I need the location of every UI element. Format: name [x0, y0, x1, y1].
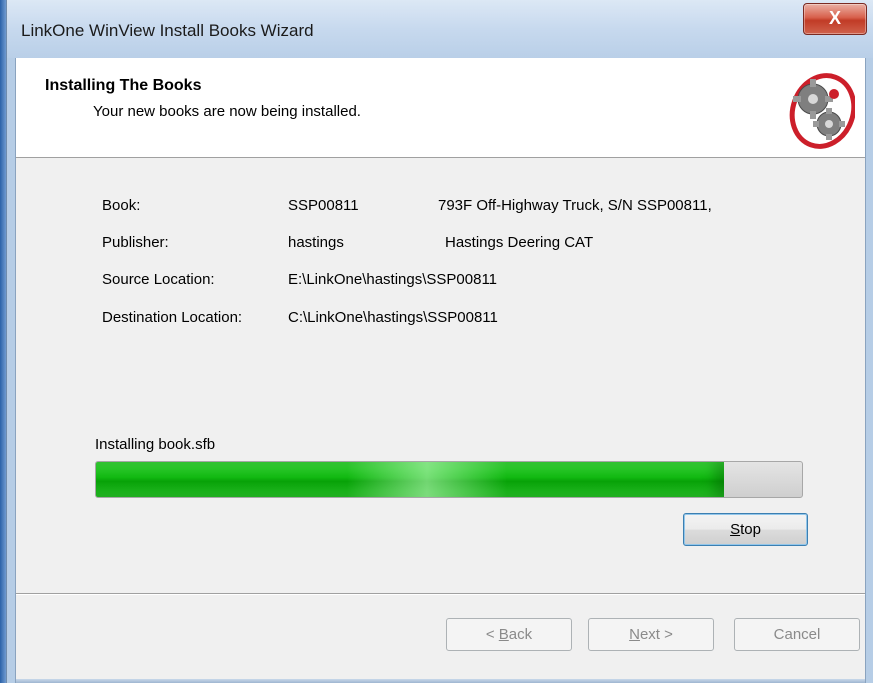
- publisher-label: Publisher:: [102, 234, 169, 251]
- wizard-header: Installing The Books Your new books are …: [16, 58, 865, 158]
- back-label-suffix: ack: [508, 626, 533, 643]
- gears-icon: [789, 73, 855, 149]
- wizard-body: Installing The Books Your new books are …: [15, 58, 866, 683]
- wizard-window: LinkOne WinView Install Books Wizard X I…: [6, 0, 873, 683]
- book-label: Book:: [102, 197, 141, 214]
- source-label: Source Location:: [102, 271, 215, 288]
- next-label-suffix: ext >: [639, 626, 673, 643]
- footer-separator: [16, 593, 865, 595]
- back-accelerator: B: [498, 626, 509, 643]
- publisher-name: Hastings Deering CAT: [445, 234, 594, 251]
- window-title: LinkOne WinView Install Books Wizard: [21, 21, 314, 40]
- back-label-prefix: <: [485, 626, 499, 643]
- page-title: Installing The Books: [45, 77, 202, 94]
- close-icon: X: [828, 8, 841, 28]
- progress-fill: [96, 462, 725, 497]
- progress-glow: [347, 462, 508, 497]
- close-button[interactable]: X: [803, 3, 867, 35]
- book-description: 793F Off-Highway Truck, S/N SSP00811,: [438, 197, 712, 214]
- title-bar[interactable]: LinkOne WinView Install Books Wizard X: [7, 0, 873, 58]
- book-id: SSP00811: [288, 197, 359, 214]
- page-subtitle: Your new books are now being installed.: [93, 103, 361, 120]
- install-progress-bar: [95, 461, 803, 498]
- destination-label: Destination Location:: [102, 309, 243, 326]
- stop-accelerator: S: [730, 521, 741, 538]
- publisher-id: hastings: [288, 234, 344, 251]
- source-path: E:\LinkOne\hastings\SSP00811: [288, 271, 498, 288]
- destination-path: C:\LinkOne\hastings\SSP00811: [288, 309, 498, 326]
- window-bottom-border: [16, 679, 865, 683]
- stop-button[interactable]: Stop: [683, 513, 808, 546]
- stop-label-suffix: top: [740, 521, 761, 538]
- cancel-button[interactable]: Cancel: [734, 618, 860, 651]
- next-accelerator: N: [629, 626, 640, 643]
- next-button[interactable]: Next >: [588, 618, 714, 651]
- back-button[interactable]: < Back: [446, 618, 572, 651]
- progress-caption: Installing book.sfb: [95, 436, 216, 453]
